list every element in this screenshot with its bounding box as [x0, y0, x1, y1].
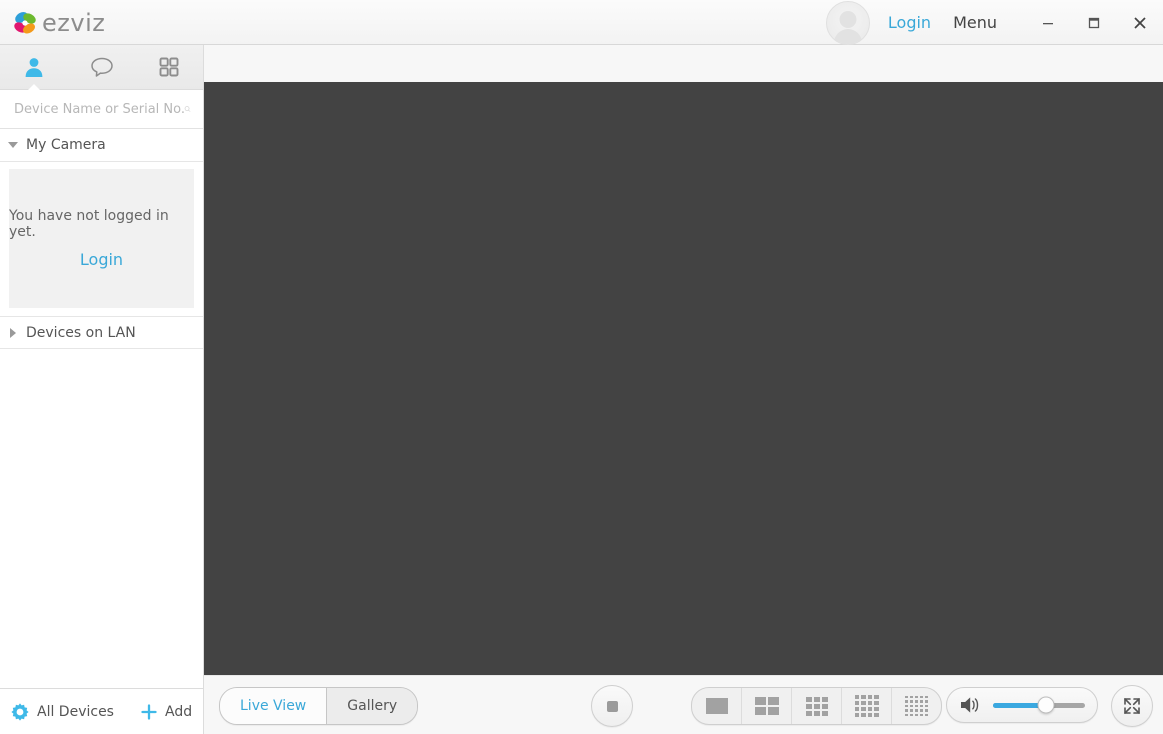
- layout-9-button[interactable]: [791, 688, 841, 724]
- title-bar: ezviz Login Menu: [0, 0, 1163, 45]
- plus-icon: [141, 703, 157, 720]
- my-camera-empty-panel: You have not logged in yet. Login: [9, 169, 194, 308]
- close-icon: [1134, 16, 1146, 29]
- layout-25-button[interactable]: [891, 688, 941, 724]
- layout-16-button[interactable]: [841, 688, 891, 724]
- close-button[interactable]: [1117, 0, 1163, 45]
- sidebar-footer: All Devices Add: [0, 688, 203, 734]
- layout-4-icon: [754, 697, 779, 715]
- search-row[interactable]: [0, 90, 203, 129]
- chevron-right-icon: [10, 327, 16, 338]
- add-device-button[interactable]: Add: [140, 703, 192, 721]
- avatar[interactable]: [825, 0, 870, 45]
- speaker-icon[interactable]: [959, 694, 983, 716]
- search-input[interactable]: [14, 101, 184, 117]
- layout-selector: [691, 687, 942, 725]
- stop-icon: [606, 700, 618, 712]
- fullscreen-icon: [1124, 698, 1140, 714]
- section-my-camera[interactable]: My Camera: [0, 129, 203, 162]
- all-devices-label: All Devices: [37, 703, 114, 720]
- brand-name: ezviz: [42, 9, 106, 37]
- layout-1-button[interactable]: [692, 688, 741, 724]
- layout-16-icon: [854, 695, 879, 717]
- stop-all-button[interactable]: [591, 685, 633, 727]
- tab-gallery[interactable]: Gallery: [326, 688, 418, 724]
- tab-live-view[interactable]: Live View: [220, 688, 327, 724]
- not-logged-in-text: You have not logged in yet.: [9, 208, 169, 240]
- window-controls-group: Login Menu: [825, 0, 1163, 45]
- sidebar-tabs: [0, 45, 203, 90]
- header-menu-button[interactable]: Menu: [953, 13, 997, 32]
- maximize-icon: [1088, 17, 1100, 28]
- add-label: Add: [164, 703, 193, 720]
- gear-icon: [11, 702, 29, 721]
- section-devices-on-lan-label: Devices on LAN: [26, 324, 136, 341]
- person-icon: [25, 58, 43, 77]
- layout-25-icon: [904, 695, 929, 717]
- ezviz-studio-window: ezviz Login Menu Device Name or Serial N…: [0, 0, 1163, 734]
- all-devices-button[interactable]: All Devices: [10, 702, 114, 722]
- grid-apps-icon: [159, 57, 179, 77]
- layout-9-icon: [805, 696, 828, 716]
- fullscreen-button[interactable]: [1111, 685, 1153, 727]
- minimize-button[interactable]: [1025, 0, 1071, 45]
- sidebar-tab-person[interactable]: [0, 45, 68, 90]
- section-devices-on-lan[interactable]: Devices on LAN: [0, 316, 203, 349]
- speech-bubble-icon: [90, 57, 113, 77]
- volume-slider-handle[interactable]: [1037, 696, 1055, 714]
- view-mode-switch: Live View Gallery: [219, 687, 419, 725]
- volume-slider[interactable]: [993, 696, 1085, 714]
- sidebar-login-link[interactable]: Login: [80, 250, 123, 269]
- brand: ezviz: [10, 6, 105, 40]
- maximize-button[interactable]: [1071, 0, 1117, 45]
- section-my-camera-label: My Camera: [26, 137, 106, 153]
- sidebar: My Camera You have not logged in yet. Lo…: [0, 45, 204, 734]
- video-display-area[interactable]: [204, 82, 1163, 720]
- minimize-icon: [1043, 22, 1053, 24]
- sidebar-tab-messages[interactable]: [68, 45, 136, 90]
- ezviz-logo-icon: [10, 8, 40, 38]
- sidebar-tab-apps[interactable]: [135, 45, 203, 90]
- layout-1-icon: [705, 698, 728, 714]
- layout-4-button[interactable]: [741, 688, 791, 724]
- avatar-body: [833, 28, 862, 44]
- avatar-head: [839, 10, 857, 28]
- playback-toolbar: Live View Gallery: [204, 675, 1163, 734]
- search-icon[interactable]: [184, 98, 191, 120]
- volume-control: [946, 687, 1098, 723]
- chevron-down-icon: [8, 142, 18, 148]
- header-login-link[interactable]: Login: [888, 13, 931, 32]
- main-area: Live View Gallery: [204, 45, 1163, 734]
